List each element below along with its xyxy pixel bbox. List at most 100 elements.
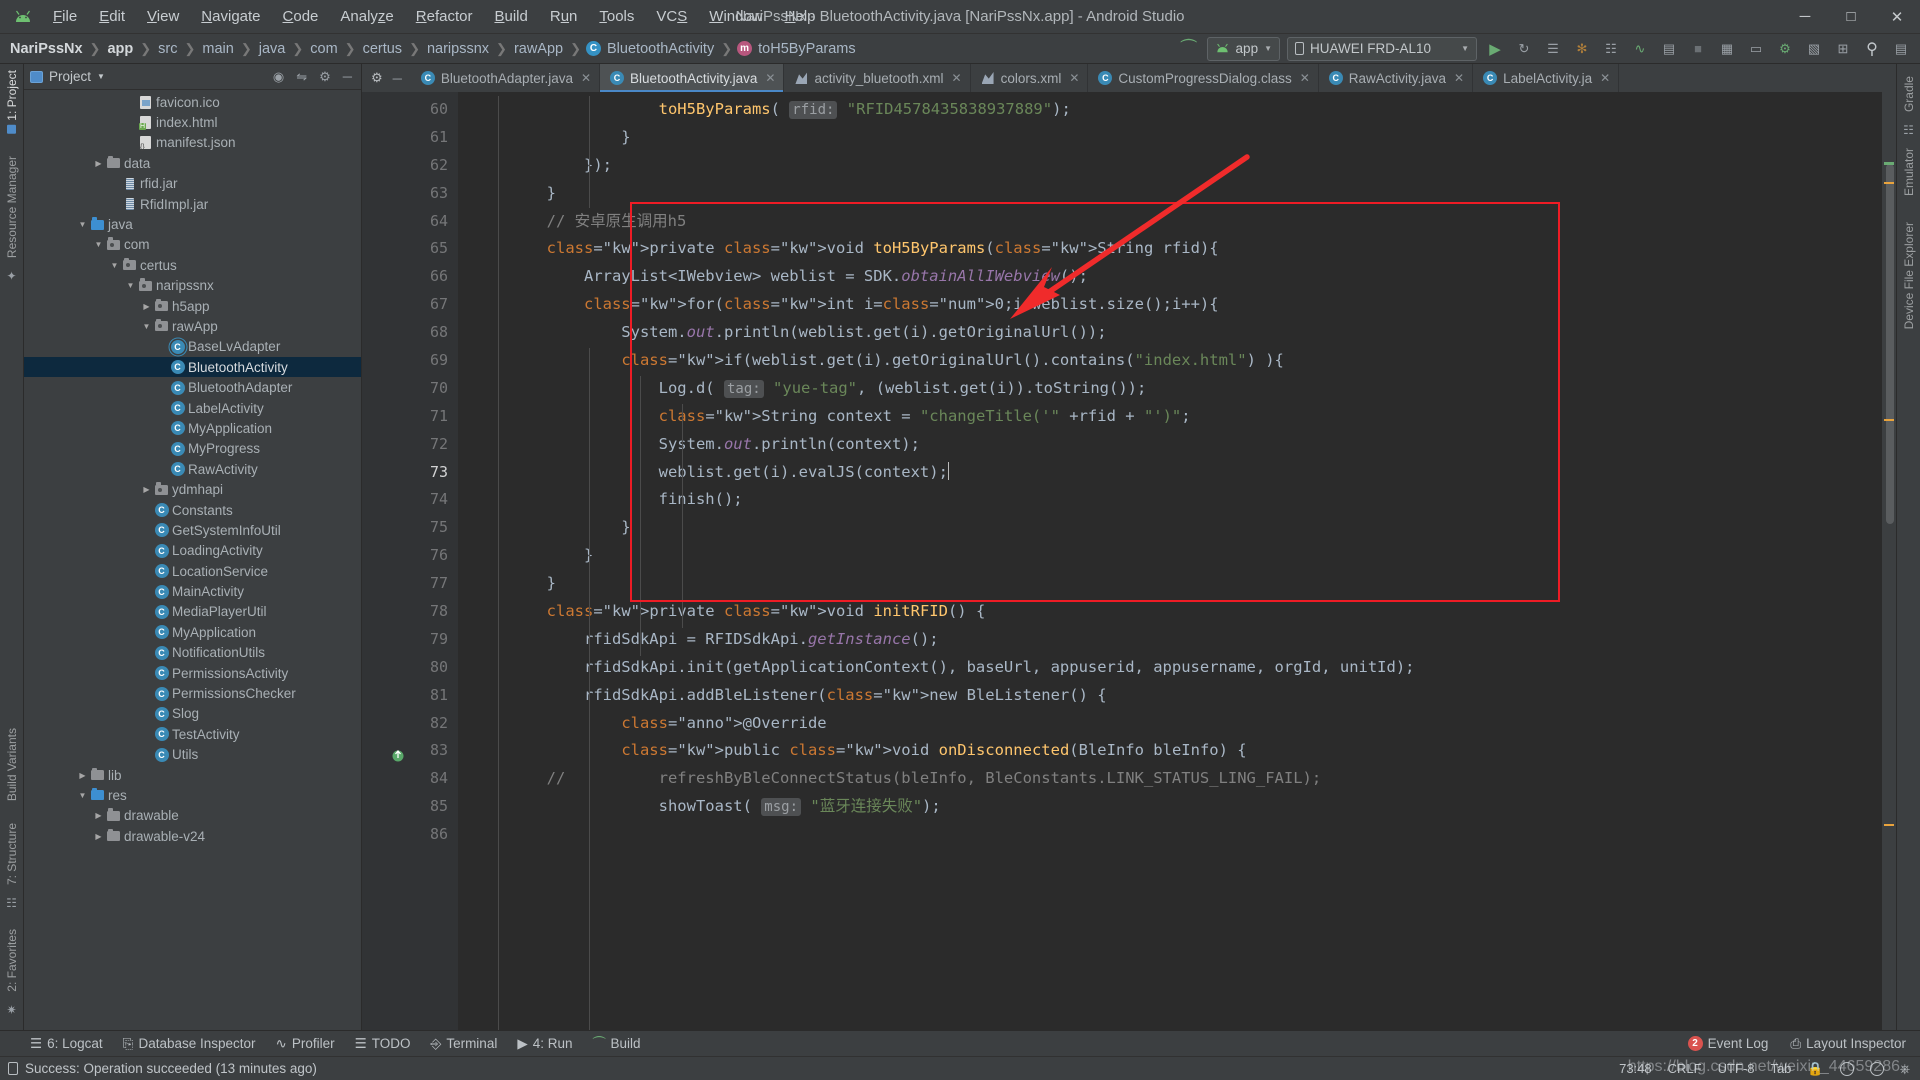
breadcrumb-item-app[interactable]: app bbox=[105, 41, 135, 57]
bottom-tab-todo[interactable]: ☰ TODO bbox=[355, 1036, 411, 1052]
bottom-tab-build[interactable]: ⏜ Build bbox=[593, 1036, 641, 1052]
breadcrumb-item-java[interactable]: java bbox=[257, 41, 288, 57]
warning-marker[interactable] bbox=[1884, 182, 1894, 184]
attach-debugger-button[interactable]: ☷ bbox=[1598, 37, 1624, 61]
warning-marker[interactable] bbox=[1884, 824, 1894, 826]
tree-item-bluetoothadapter[interactable]: C BluetoothAdapter bbox=[24, 377, 361, 397]
code-line[interactable]: toH5ByParams( rfid: "RFID457843583893788… bbox=[472, 96, 1882, 124]
tree-item-manifest-json[interactable]: manifest.json bbox=[24, 133, 361, 153]
tree-item-myprogress[interactable]: C MyProgress bbox=[24, 439, 361, 459]
tree-item-h5app[interactable]: ▶ h5app bbox=[24, 296, 361, 316]
tree-item-bluetoothactivity[interactable]: C BluetoothActivity bbox=[24, 357, 361, 378]
hide-icon[interactable]: ─ bbox=[393, 71, 402, 86]
debug-button[interactable]: ✻ bbox=[1569, 37, 1595, 61]
breadcrumb-item-main[interactable]: main bbox=[200, 41, 235, 57]
gear-icon[interactable]: ⚙ bbox=[371, 70, 383, 86]
run-button[interactable]: ▶ bbox=[1482, 37, 1508, 61]
hide-icon[interactable]: ─ bbox=[340, 69, 355, 84]
editor-tab-bluetoothactivity-java[interactable]: C BluetoothActivity.java ✕ bbox=[600, 64, 785, 92]
code-line[interactable]: // 安卓原生调用h5 bbox=[472, 208, 1882, 236]
tree-item-myapplication[interactable]: C MyApplication bbox=[24, 418, 361, 438]
tree-item-mediaplayerutil[interactable]: C MediaPlayerUtil bbox=[24, 602, 361, 622]
editor-tab-colors-xml[interactable]: colors.xml ✕ bbox=[971, 64, 1089, 92]
close-icon[interactable]: ✕ bbox=[1069, 71, 1079, 85]
breadcrumb-item-class[interactable]: BluetoothActivity bbox=[605, 41, 716, 57]
close-icon[interactable]: ✕ bbox=[1454, 71, 1464, 85]
code-line[interactable] bbox=[472, 821, 1882, 849]
chevron-down-icon[interactable]: ▼ bbox=[108, 261, 121, 270]
chevron-down-icon[interactable]: ▼ bbox=[97, 72, 105, 81]
menu-tools[interactable]: Tools bbox=[588, 4, 645, 29]
tree-item-loadingactivity[interactable]: C LoadingActivity bbox=[24, 541, 361, 561]
gear-icon[interactable]: ⚙ bbox=[316, 69, 334, 85]
code-line[interactable]: class="anno">@Override bbox=[472, 710, 1882, 738]
tree-item-lib[interactable]: ▶ lib bbox=[24, 765, 361, 785]
bottom-tab-logcat[interactable]: ☰ 6: Logcat bbox=[30, 1036, 103, 1052]
stop-button[interactable]: ■ bbox=[1685, 37, 1711, 61]
close-icon[interactable]: ✕ bbox=[581, 71, 591, 85]
tree-item-com[interactable]: ▼ com bbox=[24, 235, 361, 255]
tree-item-favicon-ico[interactable]: favicon.ico bbox=[24, 92, 361, 112]
target-icon[interactable]: ◉ bbox=[270, 69, 287, 85]
code-line[interactable]: } bbox=[472, 180, 1882, 208]
device-manager-button[interactable]: ⚙ bbox=[1772, 37, 1798, 61]
tool-window-gradle[interactable]: Gradle bbox=[1902, 70, 1916, 118]
code-line[interactable]: } bbox=[472, 542, 1882, 570]
tool-window-favorites[interactable]: 2: Favorites bbox=[5, 923, 19, 998]
breadcrumb-item-src[interactable]: src bbox=[156, 41, 179, 57]
project-tree[interactable]: favicon.ico index.html manifest.json ▶ dat… bbox=[24, 90, 361, 1030]
chevron-down-icon[interactable]: ▼ bbox=[92, 240, 105, 249]
bookmark-icon[interactable]: ✦ bbox=[6, 269, 16, 283]
menu-window[interactable]: Window bbox=[698, 4, 773, 29]
editor-tab-rawactivity-java[interactable]: C RawActivity.java ✕ bbox=[1319, 64, 1474, 92]
tree-item-permissionsactivity[interactable]: C PermissionsActivity bbox=[24, 663, 361, 683]
code-line[interactable]: finish(); bbox=[472, 486, 1882, 514]
editor-tab-bluetoothadapter-java[interactable]: C BluetoothAdapter.java ✕ bbox=[411, 64, 601, 92]
code-line[interactable]: class="kw">for(class="kw">int i=class="n… bbox=[472, 291, 1882, 319]
run-with-coverage-button[interactable]: ▤ bbox=[1656, 37, 1682, 61]
menu-analyze[interactable]: Analyze bbox=[329, 4, 404, 29]
code-line[interactable]: // refreshByBleConnectStatus(bleInfo, Bl… bbox=[472, 765, 1882, 793]
editor-tab-activity-bluetooth-xml[interactable]: activity_bluetooth.xml ✕ bbox=[784, 64, 971, 92]
tree-item-drawable-v24[interactable]: ▶ drawable-v24 bbox=[24, 826, 361, 846]
tool-window-structure[interactable]: 7: Structure bbox=[5, 817, 19, 891]
tree-item-myapplication[interactable]: C MyApplication bbox=[24, 622, 361, 642]
tool-window-emulator[interactable]: Emulator bbox=[1902, 142, 1916, 202]
code-line[interactable]: class="kw">public class="kw">void onDisc… bbox=[472, 737, 1882, 765]
tree-item-constants[interactable]: C Constants bbox=[24, 500, 361, 520]
tree-item-index-html[interactable]: index.html bbox=[24, 112, 361, 132]
tool-window-resource-manager[interactable]: Resource Manager bbox=[5, 150, 19, 264]
tree-item-rawapp[interactable]: ▼ rawApp bbox=[24, 316, 361, 336]
search-everywhere-button[interactable]: ⚲ bbox=[1859, 37, 1885, 61]
tree-item-rawactivity[interactable]: C RawActivity bbox=[24, 459, 361, 479]
menu-file[interactable]: File bbox=[42, 4, 88, 29]
editor-marker-bar[interactable] bbox=[1882, 64, 1896, 1030]
chevron-right-icon[interactable]: ▶ bbox=[92, 159, 105, 168]
code-line[interactable]: class="kw">private class="kw">void toH5B… bbox=[472, 235, 1882, 263]
code-line[interactable]: showToast( msg: "蓝牙连接失败"); bbox=[472, 793, 1882, 821]
code-line[interactable]: class="kw">if(weblist.get(i).getOriginal… bbox=[472, 347, 1882, 375]
tree-item-mainactivity[interactable]: C MainActivity bbox=[24, 581, 361, 601]
bottom-tab-database-inspector[interactable]: ⎘ Database Inspector bbox=[123, 1036, 256, 1052]
tree-item-baselvadapter[interactable]: C BaseLvAdapter bbox=[24, 337, 361, 357]
code-line[interactable]: rfidSdkApi = RFIDSdkApi.getInstance(); bbox=[472, 626, 1882, 654]
editor-scrollbar-thumb[interactable] bbox=[1886, 164, 1894, 524]
build-hammer-icon[interactable]: ⏜ bbox=[1176, 37, 1202, 61]
override-gutter-icon[interactable] bbox=[392, 744, 405, 762]
bottom-tab-terminal[interactable]: ⎆ Terminal bbox=[431, 1036, 498, 1052]
tree-item-locationservice[interactable]: C LocationService bbox=[24, 561, 361, 581]
code-line[interactable]: weblist.get(i).evalJS(context); bbox=[472, 459, 1882, 487]
device-selector[interactable]: HUAWEI FRD-AL10 ▼ bbox=[1287, 36, 1477, 61]
memory-indicator-icon[interactable]: ⎈ bbox=[1900, 1061, 1910, 1077]
close-button[interactable]: ✕ bbox=[1874, 0, 1920, 33]
tree-item-certus[interactable]: ▼ certus bbox=[24, 255, 361, 275]
chevron-down-icon[interactable]: ▼ bbox=[76, 791, 89, 800]
code-line[interactable]: System.out.println(weblist.get(i).getOri… bbox=[472, 319, 1882, 347]
code-line[interactable]: rfidSdkApi.addBleListener(class="kw">new… bbox=[472, 682, 1882, 710]
maximize-button[interactable]: □ bbox=[1828, 0, 1874, 33]
tree-item-labelactivity[interactable]: C LabelActivity bbox=[24, 398, 361, 418]
tree-item-drawable[interactable]: ▶ drawable bbox=[24, 806, 361, 826]
sdk-manager-button[interactable]: ▦ bbox=[1714, 37, 1740, 61]
close-icon[interactable]: ✕ bbox=[952, 71, 962, 85]
menu-refactor[interactable]: Refactor bbox=[405, 4, 484, 29]
